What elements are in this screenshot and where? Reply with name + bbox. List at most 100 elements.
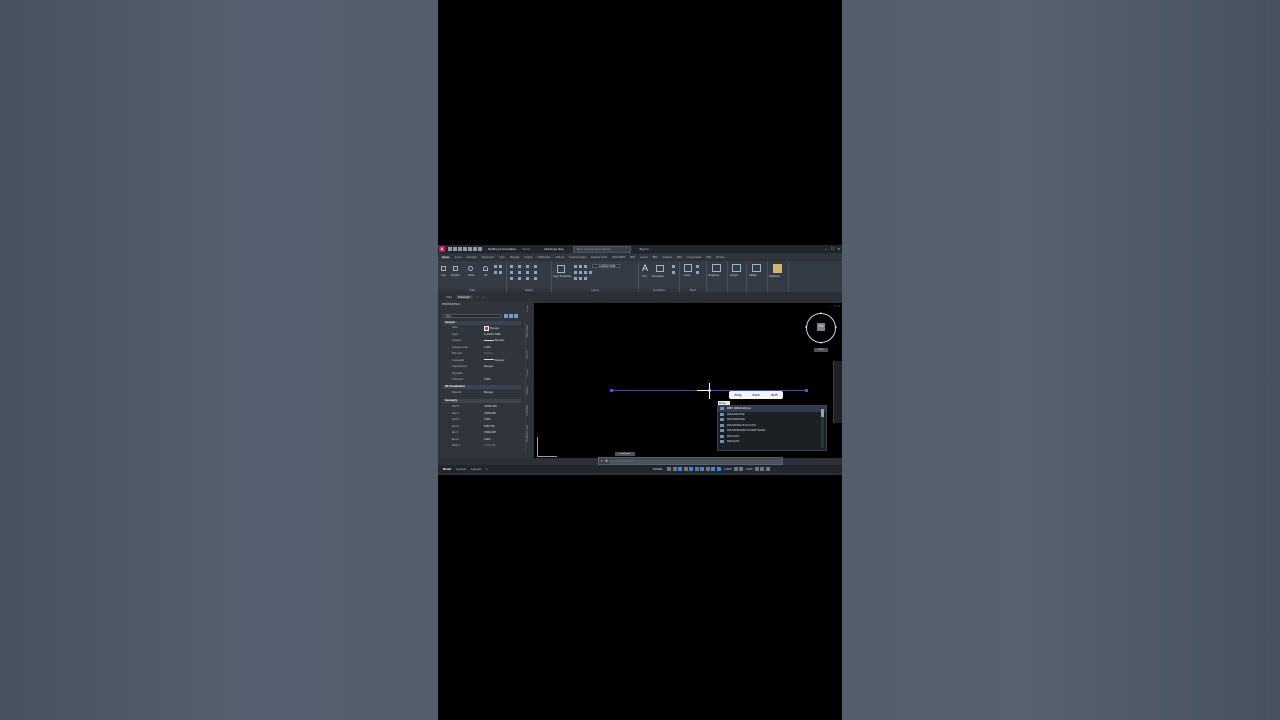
prop-row-end-z[interactable]: End Z 0.000 <box>443 438 521 444</box>
create-block-icon[interactable] <box>696 265 699 268</box>
prop-row-lineweight[interactable]: Lineweight ByLayer <box>443 359 521 365</box>
tab-annotate[interactable]: Annotate <box>466 256 476 259</box>
navigation-bar[interactable] <box>833 361 842 423</box>
general-section[interactable]: General <box>443 321 521 325</box>
close-tab-icon[interactable]: × <box>477 295 479 299</box>
polyline-tool-icon[interactable] <box>453 266 458 271</box>
copy-icon[interactable] <box>510 271 513 274</box>
command-input[interactable] <box>609 458 782 464</box>
layer-isolate-icon[interactable] <box>584 271 587 274</box>
erase-icon[interactable] <box>534 265 537 268</box>
prop-row-start-z[interactable]: Start Z 0.000 <box>443 418 521 424</box>
fillet-icon[interactable] <box>526 271 529 274</box>
app-logo[interactable]: A <box>439 246 445 252</box>
tab-bim[interactable]: BIM <box>630 256 635 259</box>
viewport-close-icon[interactable]: × <box>838 304 840 308</box>
table-icon[interactable] <box>672 271 675 274</box>
layer-lock-icon[interactable] <box>584 265 587 268</box>
circle-tool-icon[interactable] <box>468 266 473 271</box>
prop-row-start-x[interactable]: Start X -97087.609 <box>443 405 521 411</box>
model-space-button[interactable]: MODEL <box>653 467 663 471</box>
tab-components[interactable]: Components <box>687 256 702 259</box>
properties-icon[interactable] <box>712 264 721 272</box>
prop-row-linetype[interactable]: Linetype ByLayer <box>443 339 521 345</box>
annotation-scale[interactable]: 1:1000 <box>723 468 731 471</box>
new-tab-icon[interactable]: + <box>482 295 484 299</box>
side-tab-object-data[interactable]: Object Data <box>527 325 529 337</box>
side-tab-design[interactable]: Design <box>527 305 529 312</box>
share-button[interactable]: Share <box>522 247 530 251</box>
drawing-canvas[interactable]: – □ × N W TOP E S WCS drag draw draft Dr… <box>534 303 842 458</box>
edit-block-icon[interactable] <box>696 271 699 274</box>
tab-parametric[interactable]: Parametric <box>482 256 495 259</box>
side-tab-display[interactable]: Display <box>527 369 529 377</box>
prop-row-transparency[interactable]: Transparency ByLayer <box>443 365 521 371</box>
search-input[interactable]: Type a keyword or phrase <box>573 245 632 253</box>
file-tab-start[interactable]: Start <box>446 295 452 299</box>
line-start-grip[interactable] <box>610 389 613 392</box>
layer-unlock-icon[interactable] <box>584 277 587 280</box>
osnap-icon[interactable] <box>689 467 694 471</box>
tab-water-bim[interactable]: Water(BIM) <box>612 256 625 259</box>
layer-properties-icon[interactable] <box>557 265 565 273</box>
trim-icon[interactable] <box>526 265 529 268</box>
side-tab-analyst[interactable]: Analyst <box>527 387 529 395</box>
stretch-icon[interactable] <box>510 277 513 280</box>
layer-unisolate-icon[interactable] <box>589 271 592 274</box>
tab-featured-apps[interactable]: Featured Apps <box>569 256 586 259</box>
dimension-icon[interactable] <box>656 265 664 272</box>
viewport-minimize-icon[interactable]: – <box>831 304 833 308</box>
prop-row-thickness[interactable]: Thickness 0.000 <box>443 378 521 384</box>
viewcube-west[interactable]: W <box>805 326 807 329</box>
grid-icon[interactable] <box>667 467 672 471</box>
open-icon[interactable] <box>453 247 457 251</box>
minimize-icon[interactable]: – <box>825 246 827 251</box>
tab-review[interactable]: Review <box>716 256 725 259</box>
saveas-icon[interactable] <box>463 247 467 251</box>
tab-bim-4[interactable]: BIM <box>706 256 711 259</box>
line-tool-icon[interactable] <box>441 266 446 271</box>
toggle-pickadd-icon[interactable] <box>504 314 508 318</box>
ortho-icon[interactable] <box>678 467 683 471</box>
insert-block-icon[interactable] <box>684 264 692 272</box>
group-icon[interactable] <box>732 264 741 272</box>
annotation-visibility-icon[interactable] <box>711 467 716 471</box>
add-layout-icon[interactable]: + <box>486 467 488 471</box>
scale-icon[interactable] <box>518 277 521 280</box>
autocomplete-scroll-thumb[interactable] <box>821 409 824 417</box>
paste-icon[interactable] <box>773 264 782 273</box>
file-tab-drawing1[interactable]: Drawing1* <box>455 294 473 299</box>
tab-home[interactable]: Home <box>441 255 450 259</box>
autoscale-icon[interactable] <box>716 467 721 471</box>
viewcube-south[interactable]: S <box>820 342 822 345</box>
measure-icon[interactable] <box>752 264 761 272</box>
new-icon[interactable] <box>448 247 452 251</box>
object-type-dropdown[interactable]: Line <box>443 314 501 318</box>
rotate-icon[interactable] <box>518 265 521 268</box>
redo-icon[interactable] <box>478 247 482 251</box>
lineweight-icon[interactable] <box>700 467 705 471</box>
close-icon[interactable]: × <box>838 246 840 251</box>
signin-button[interactable]: Sign In <box>639 247 648 251</box>
suggestion-drag[interactable]: drag <box>734 393 741 397</box>
arc-tool-icon[interactable] <box>483 266 488 271</box>
tab-view[interactable]: View <box>499 256 505 259</box>
layer-on-icon[interactable] <box>574 265 577 268</box>
viewcube[interactable]: N W TOP E S <box>805 312 837 345</box>
customize-menu-icon[interactable] <box>765 467 770 471</box>
rectangle-icon[interactable] <box>494 265 497 268</box>
print-icon[interactable] <box>468 247 472 251</box>
prop-row-hyperlink[interactable]: Hyperlink <box>443 372 521 378</box>
side-tab-parcels[interactable]: Parcels <box>527 351 529 359</box>
explode-icon[interactable] <box>534 271 537 274</box>
layer-match-icon[interactable] <box>574 271 577 274</box>
suggestion-draft[interactable]: draft <box>771 393 778 397</box>
units-icon[interactable] <box>739 467 744 471</box>
quick-select-icon[interactable] <box>514 314 518 318</box>
layer-freeze-icon[interactable] <box>579 265 582 268</box>
tab-bim-3[interactable]: BIM <box>677 256 682 259</box>
offset-icon[interactable] <box>534 277 537 280</box>
tab-model[interactable]: Model <box>443 467 451 471</box>
prop-row-start-y[interactable]: Start Y 37262.525 <box>443 412 521 418</box>
layer-thaw-icon[interactable] <box>579 277 582 280</box>
